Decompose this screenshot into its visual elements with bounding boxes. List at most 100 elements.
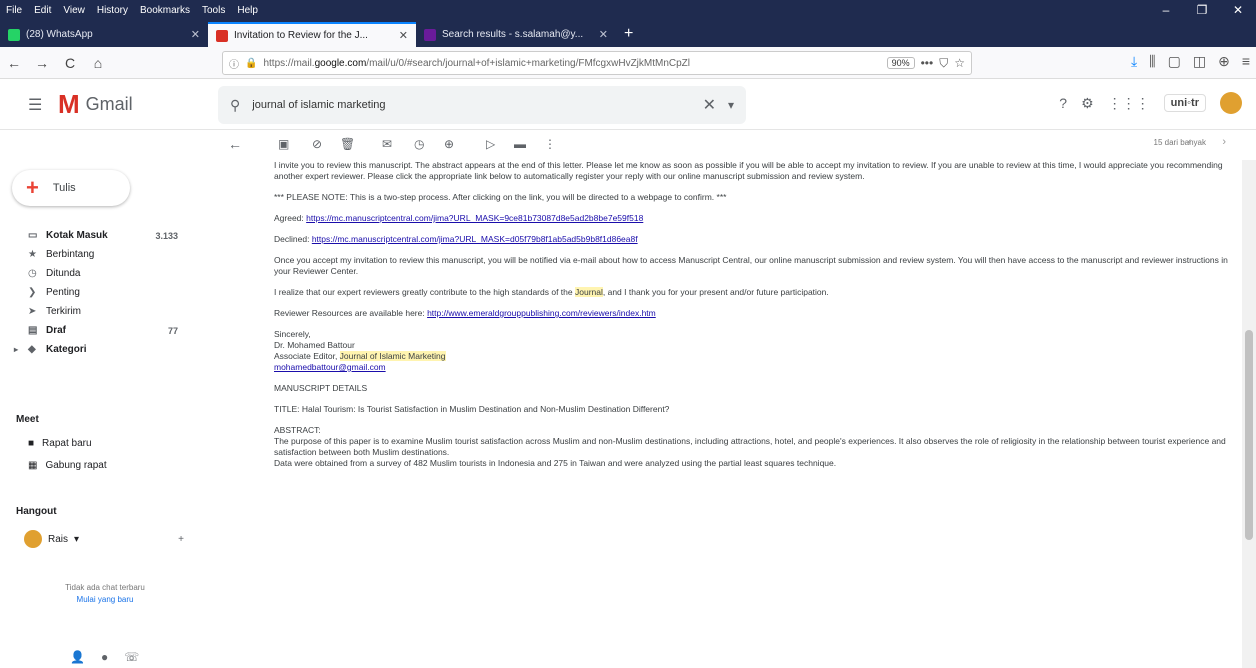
no-chat-text: Tidak ada chat terbaru <box>65 583 145 592</box>
report-spam-icon[interactable]: ⊘ <box>312 137 322 151</box>
library-icon[interactable]: ⫼ <box>1149 53 1155 70</box>
tab-close-icon[interactable]: ✕ <box>399 29 408 42</box>
hangouts-icon[interactable]: ● <box>101 650 108 664</box>
declined-link[interactable]: https://mc.manuscriptcentral.com/jima?UR… <box>312 234 638 244</box>
avatar[interactable] <box>1220 92 1242 114</box>
pagination-buttons[interactable]: ‹ › <box>1188 136 1240 148</box>
label-icon[interactable]: ▬ <box>514 137 526 151</box>
menu-history[interactable]: History <box>91 5 134 16</box>
hangout-avatar <box>24 530 42 548</box>
add-task-icon[interactable]: ⊕ <box>444 137 454 151</box>
snooze-icon[interactable]: ◷ <box>414 137 424 151</box>
mark-unread-icon[interactable]: ✉ <box>382 137 392 151</box>
url-domain: google.com <box>314 57 367 69</box>
page-actions-button[interactable]: ••• <box>921 56 934 70</box>
move-to-icon[interactable]: ▷ <box>486 137 495 151</box>
zoom-indicator[interactable]: 90% <box>886 57 915 69</box>
new-tab-button[interactable]: + <box>616 25 641 47</box>
sidebar-item-starred[interactable]: ★ Berbintang <box>0 245 190 264</box>
main-menu-icon[interactable]: ☰ <box>28 95 42 115</box>
add-contact-button[interactable]: + <box>178 534 184 545</box>
organization-badge[interactable]: uni◦tr <box>1163 94 1206 112</box>
reader-icon[interactable]: ◫ <box>1193 53 1206 70</box>
search-icon[interactable]: ⚲ <box>230 97 240 114</box>
scrollbar[interactable] <box>1242 160 1256 668</box>
start-new-chat-link[interactable]: Mulai yang baru <box>40 594 170 606</box>
search-input[interactable]: journal of islamic marketing <box>252 99 690 111</box>
agreed-link[interactable]: https://mc.manuscriptcentral.com/jima?UR… <box>306 213 643 223</box>
agreed-label: Agreed: <box>274 213 304 223</box>
gmail-favicon-icon <box>216 29 228 42</box>
clear-search-icon[interactable]: ✕ <box>703 95 716 115</box>
support-icon[interactable]: ? <box>1059 95 1067 111</box>
maximize-button[interactable]: ❐ <box>1184 3 1220 17</box>
bookmark-star-icon[interactable]: ☆ <box>954 56 965 70</box>
browser-navbar: ← → C ⌂ ⓘ 🔒 https://mail.google.com/mail… <box>0 47 1256 79</box>
abstract-heading: ABSTRACT: <box>274 425 321 435</box>
sidebar-item-important[interactable]: ❯ Penting <box>0 283 190 302</box>
archive-icon[interactable]: ▣ <box>278 137 289 151</box>
resources-link[interactable]: http://www.emeraldgrouppublishing.com/re… <box>427 308 656 318</box>
hangout-user-row[interactable]: Rais ▾ + <box>24 530 184 548</box>
gmail-logo-text: Gmail <box>85 93 133 114</box>
menu-help[interactable]: Help <box>231 5 264 16</box>
forward-button[interactable]: → <box>28 55 56 71</box>
signature-closing: Sincerely, <box>274 329 311 339</box>
tab-invitation-to-review[interactable]: Invitation to Review for the J... ✕ <box>208 22 416 47</box>
new-meeting-item[interactable]: ■ Rapat baru <box>28 434 92 452</box>
label-icon: ◆ <box>28 344 36 355</box>
more-options-icon[interactable]: ⋮ <box>544 137 556 151</box>
sidebar-bottom-icons: 👤 ● ☏ <box>70 650 139 664</box>
message-body: I invite you to review this manuscript. … <box>274 160 1234 668</box>
browser-menubar: File Edit View History Bookmarks Tools H… <box>0 0 1256 20</box>
back-to-list-icon[interactable]: ← <box>228 136 242 152</box>
close-window-button[interactable]: ✕ <box>1220 3 1256 17</box>
signature-journal: Journal of Islamic Marketing <box>339 351 446 361</box>
pocket-icon[interactable]: ⛉ <box>939 56 948 71</box>
downloads-icon[interactable]: ⤓ <box>1131 53 1137 70</box>
compose-button[interactable]: + Tulis <box>12 170 130 206</box>
url-bar[interactable]: ⓘ 🔒 https://mail.google.com/mail/u/0/#se… <box>222 51 972 75</box>
menu-view[interactable]: View <box>57 5 91 16</box>
sidebar-item-drafts[interactable]: ▤ Draf 77 <box>0 321 190 340</box>
signature-name: Dr. Mohamed Battour <box>274 340 355 350</box>
tab-close-icon[interactable]: ✕ <box>191 28 200 41</box>
home-button[interactable]: ⌂ <box>84 55 112 71</box>
sidebar-toggle-icon[interactable]: ▢ <box>1168 53 1181 70</box>
tab-whatsapp[interactable]: (28) WhatsApp ✕ <box>0 22 208 47</box>
menu-tools[interactable]: Tools <box>196 5 231 16</box>
gmail-logo[interactable]: M Gmail <box>58 91 133 117</box>
dropdown-caret-icon[interactable]: ▾ <box>74 534 79 545</box>
join-meeting-item[interactable]: ▦ Gabung rapat <box>28 456 107 474</box>
menu-file[interactable]: File <box>0 5 28 16</box>
declined-label: Declined: <box>274 234 310 244</box>
no-recent-chats: Tidak ada chat terbaru Mulai yang baru <box>40 582 170 606</box>
delete-icon[interactable]: 🗑 <box>340 137 355 151</box>
search-bar[interactable]: ⚲ journal of islamic marketing ✕ ▾ <box>218 86 746 124</box>
expand-arrow-icon[interactable]: ▸ <box>14 345 18 354</box>
search-options-icon[interactable]: ▾ <box>728 98 734 112</box>
sidebar-item-snoozed[interactable]: ◷ Ditunda <box>0 264 190 283</box>
scrollbar-thumb[interactable] <box>1245 330 1253 540</box>
extension-icon[interactable]: ⊕ <box>1218 53 1230 70</box>
sidebar-item-categories[interactable]: ▸ ◆ Kategori <box>0 340 190 359</box>
person-icon[interactable]: 👤 <box>70 650 85 664</box>
tab-label: Invitation to Review for the J... <box>234 30 368 41</box>
menu-edit[interactable]: Edit <box>28 5 57 16</box>
signature-email-link[interactable]: mohamedbattour@gmail.com <box>274 362 386 372</box>
sidebar-item-inbox[interactable]: ▭ Kotak Masuk 3.133 <box>0 226 190 245</box>
tab-label: Search results - s.salamah@y... <box>442 29 584 40</box>
menu-bookmarks[interactable]: Bookmarks <box>134 5 196 16</box>
tab-search-results[interactable]: Search results - s.salamah@y... ✕ <box>416 22 616 47</box>
reload-button[interactable]: C <box>56 55 84 71</box>
sidebar-item-sent[interactable]: ➤ Terkirim <box>0 302 190 321</box>
hamburger-menu-icon[interactable]: ≡ <box>1242 53 1250 70</box>
page-info-icon[interactable]: ⓘ <box>229 56 239 71</box>
tab-close-icon[interactable]: ✕ <box>599 28 608 41</box>
back-button[interactable]: ← <box>0 55 28 71</box>
phone-icon[interactable]: ☏ <box>124 650 139 664</box>
apps-grid-icon[interactable]: ⋮⋮⋮ <box>1108 95 1150 112</box>
minimize-button[interactable]: – <box>1148 3 1184 17</box>
meet-section-title: Meet <box>16 414 39 425</box>
settings-gear-icon[interactable]: ⚙ <box>1081 95 1094 112</box>
